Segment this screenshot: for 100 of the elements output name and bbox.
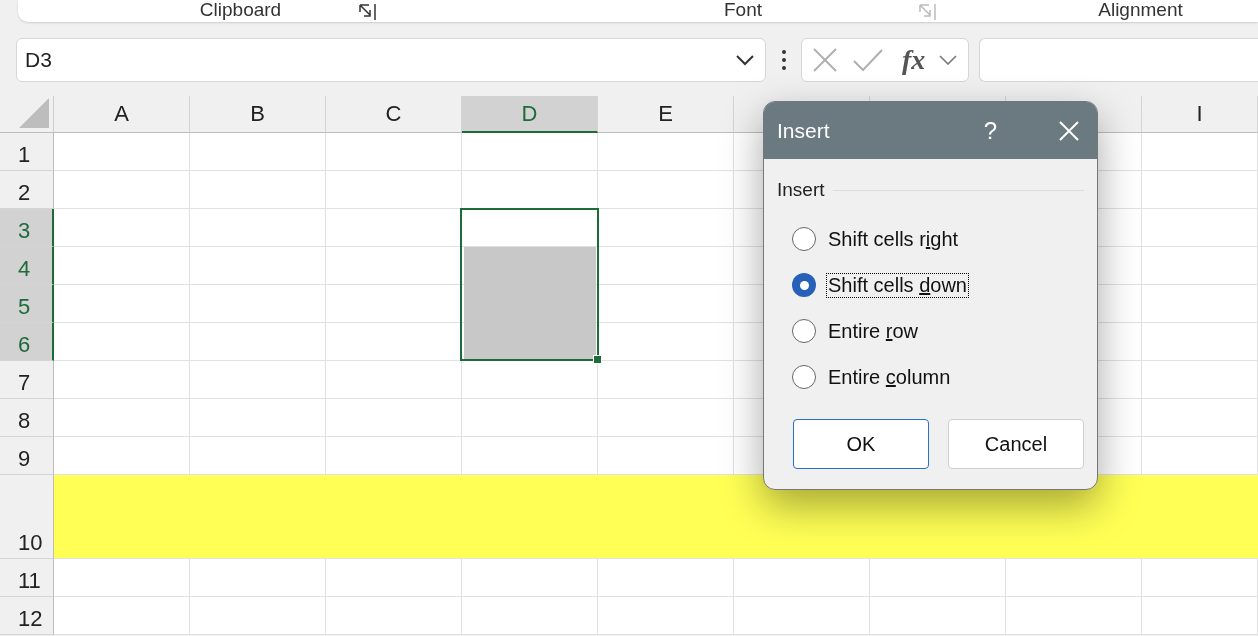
- grid-cell[interactable]: [462, 559, 598, 597]
- grid-cell[interactable]: [1006, 559, 1142, 597]
- radio-button[interactable]: [792, 365, 816, 389]
- grid-cell[interactable]: [598, 171, 734, 209]
- grid-cell[interactable]: [598, 285, 734, 323]
- grid-cell[interactable]: [190, 559, 326, 597]
- grid-cell[interactable]: [598, 209, 734, 247]
- option-label[interactable]: Shift cells right: [827, 227, 960, 251]
- corner-triangle-icon: [19, 98, 49, 128]
- grid-cell[interactable]: [190, 285, 326, 323]
- grid-cell[interactable]: [462, 597, 598, 635]
- grid-cell[interactable]: [190, 171, 326, 209]
- option-label[interactable]: Shift cells down: [827, 273, 968, 297]
- row-header[interactable]: 12: [0, 597, 54, 635]
- grid-cell[interactable]: [598, 559, 734, 597]
- grid-cell[interactable]: [190, 209, 326, 247]
- fill-handle[interactable]: [593, 355, 602, 364]
- name-box-value: D3: [25, 48, 52, 72]
- ribbon-group-label: Font: [724, 0, 762, 19]
- grid-cell[interactable]: [326, 559, 462, 597]
- grid-cell[interactable]: [54, 171, 190, 209]
- formula-input[interactable]: [979, 38, 1258, 82]
- grid-cell[interactable]: [462, 399, 598, 437]
- grid-cell[interactable]: [870, 597, 1006, 635]
- ribbon-group-label: Alignment: [1098, 0, 1183, 19]
- grid-cell[interactable]: [54, 209, 190, 247]
- grid-cell[interactable]: [734, 597, 870, 635]
- help-button[interactable]: ?: [977, 116, 1003, 145]
- grid-cell[interactable]: [1006, 597, 1142, 635]
- grid-cell[interactable]: [1142, 361, 1258, 399]
- grid-cell[interactable]: [1142, 285, 1258, 323]
- grid-cell[interactable]: [190, 323, 326, 361]
- grid-cell[interactable]: [54, 133, 190, 171]
- checkmark-icon[interactable]: [852, 48, 884, 72]
- column-header[interactable]: C: [326, 96, 462, 133]
- row-header[interactable]: 9: [0, 437, 54, 475]
- dialog-title: Insert: [777, 118, 831, 143]
- grid-cell[interactable]: [54, 399, 190, 437]
- row-header[interactable]: 3: [0, 209, 54, 247]
- option-label[interactable]: Entire row: [827, 319, 920, 343]
- insert-function-button[interactable]: fx: [902, 44, 926, 76]
- grid-cell[interactable]: [1142, 323, 1258, 361]
- row-header[interactable]: 4: [0, 247, 54, 285]
- grid-cell[interactable]: [598, 361, 734, 399]
- grid-cell[interactable]: [54, 323, 190, 361]
- grid-cell[interactable]: [598, 133, 734, 171]
- option-label[interactable]: Entire column: [827, 365, 952, 389]
- grid-cell[interactable]: [54, 285, 190, 323]
- radio-button[interactable]: [792, 227, 816, 251]
- radio-button[interactable]: [792, 273, 816, 297]
- row-header[interactable]: 8: [0, 399, 54, 437]
- grid-cell[interactable]: [190, 597, 326, 635]
- grid-cell[interactable]: [1142, 209, 1258, 247]
- name-box[interactable]: D3: [16, 38, 766, 82]
- grid-cell[interactable]: [54, 597, 190, 635]
- grid-cell[interactable]: [190, 247, 326, 285]
- grid-cell[interactable]: [598, 597, 734, 635]
- row-header[interactable]: 7: [0, 361, 54, 399]
- grid-cell[interactable]: [190, 399, 326, 437]
- grid-cell[interactable]: [462, 133, 598, 171]
- column-header[interactable]: I: [1142, 96, 1258, 133]
- grid-cell[interactable]: [326, 361, 462, 399]
- radio-button[interactable]: [792, 319, 816, 343]
- grid-cell[interactable]: [1142, 597, 1258, 635]
- row-header[interactable]: 6: [0, 323, 54, 361]
- row-header[interactable]: 2: [0, 171, 54, 209]
- grid-cell[interactable]: [734, 559, 870, 597]
- cancel-button[interactable]: Cancel: [948, 419, 1084, 469]
- dialog-launcher-icon[interactable]: [359, 4, 377, 20]
- more-options-icon[interactable]: [782, 50, 786, 70]
- grid-cell[interactable]: [326, 597, 462, 635]
- grid-cell[interactable]: [326, 399, 462, 437]
- grid-cell[interactable]: [598, 399, 734, 437]
- grid-cell[interactable]: [1142, 247, 1258, 285]
- grid-cell[interactable]: [1142, 559, 1258, 597]
- grid-cell[interactable]: [326, 133, 462, 171]
- ok-button[interactable]: OK: [793, 419, 929, 469]
- grid-cell[interactable]: [54, 361, 190, 399]
- grid-cell[interactable]: [190, 361, 326, 399]
- column-header[interactable]: D: [462, 96, 598, 133]
- ribbon-group-label: Clipboard: [199, 0, 282, 19]
- row-header[interactable]: 1: [0, 133, 54, 171]
- grid-cell[interactable]: [1142, 133, 1258, 171]
- grid-cell[interactable]: [1142, 399, 1258, 437]
- grid-cell[interactable]: [326, 171, 462, 209]
- grid-cell[interactable]: [598, 247, 734, 285]
- grid-cell[interactable]: [54, 247, 190, 285]
- column-header[interactable]: B: [190, 96, 326, 133]
- grid-cell[interactable]: [190, 133, 326, 171]
- row-header[interactable]: 11: [0, 559, 54, 597]
- row-header[interactable]: 5: [0, 285, 54, 323]
- column-header[interactable]: A: [54, 96, 190, 133]
- grid-cell[interactable]: [54, 559, 190, 597]
- chevron-down-icon[interactable]: [735, 54, 755, 66]
- column-header[interactable]: E: [598, 96, 734, 133]
- grid-cell[interactable]: [1142, 171, 1258, 209]
- select-all-button[interactable]: [0, 96, 54, 133]
- row-header[interactable]: 10: [0, 475, 54, 559]
- close-icon: [1059, 120, 1079, 141]
- grid-cell[interactable]: [870, 559, 1006, 597]
